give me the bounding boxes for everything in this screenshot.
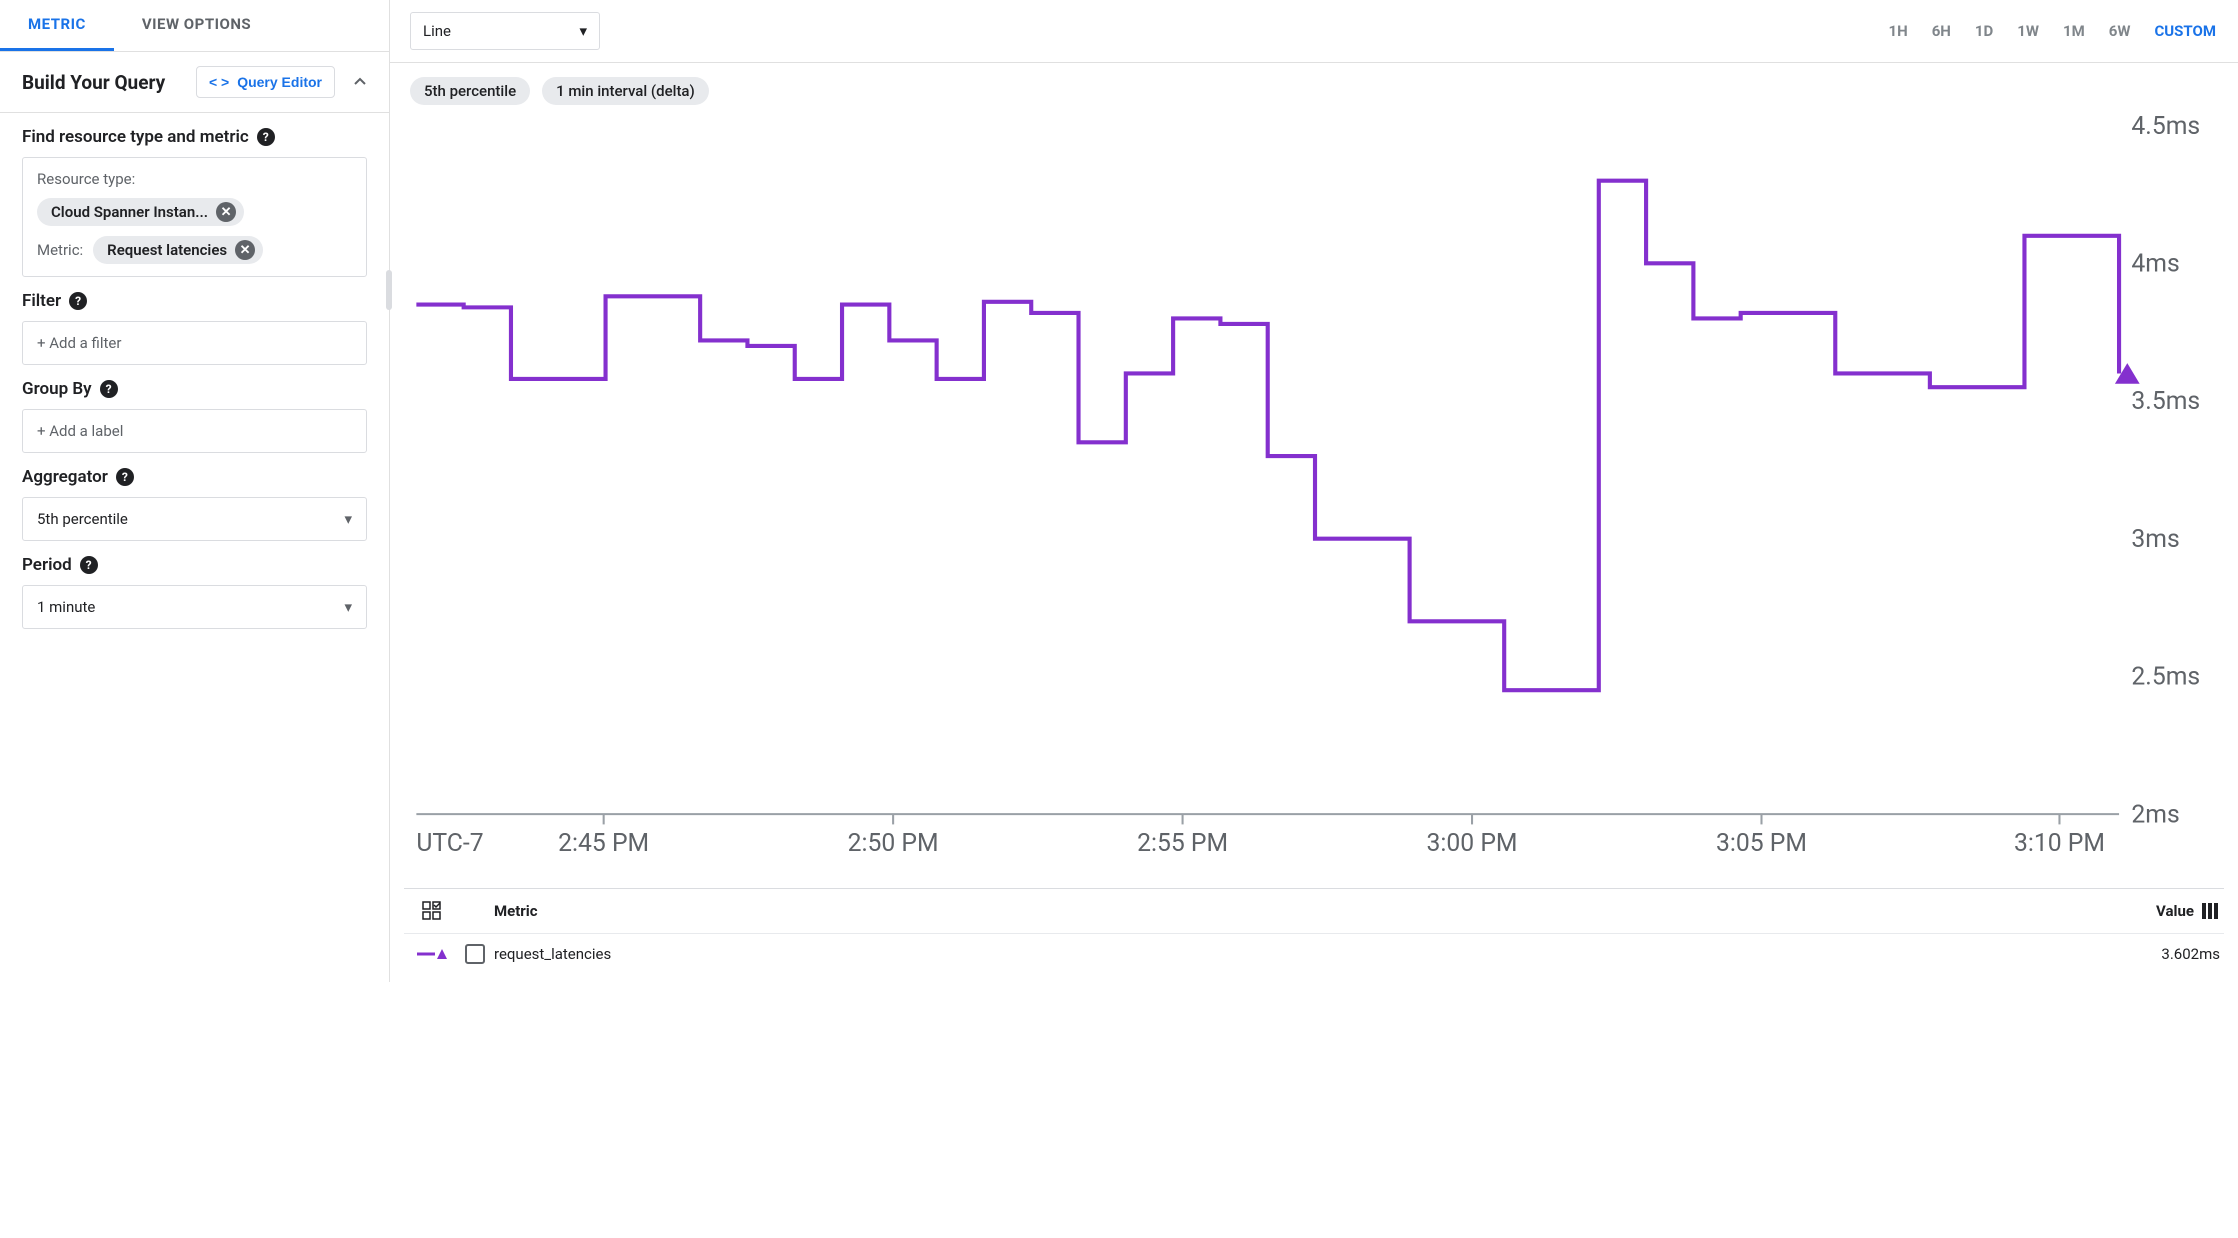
svg-text:3.5ms: 3.5ms xyxy=(2131,387,2200,416)
resource-type-value: Cloud Spanner Instan... xyxy=(51,203,208,221)
svg-text:3:10 PM: 3:10 PM xyxy=(2014,829,2105,858)
close-icon[interactable]: ✕ xyxy=(235,240,255,260)
svg-text:3:00 PM: 3:00 PM xyxy=(1427,829,1518,858)
tab-view-options[interactable]: VIEW OPTIONS xyxy=(114,0,279,51)
left-panel: METRIC VIEW OPTIONS Build Your Query < >… xyxy=(0,0,390,982)
aggregator-select[interactable]: 5th percentile ▾ xyxy=(22,497,367,541)
filter-section: Filter ? + Add a filter xyxy=(0,277,389,365)
time-range-6h[interactable]: 6H xyxy=(1930,18,1953,44)
svg-text:2ms: 2ms xyxy=(2131,800,2179,829)
query-editor-label: Query Editor xyxy=(237,74,322,90)
metric-label: Metric: xyxy=(37,241,83,259)
badge-percentile: 5th percentile xyxy=(410,77,530,105)
help-icon[interactable]: ? xyxy=(80,556,98,574)
svg-text:3:05 PM: 3:05 PM xyxy=(1716,829,1807,858)
chart-toolbar: Line ▾ 1H 6H 1D 1W 1M 6W CUSTOM xyxy=(390,0,2238,63)
chevron-down-icon: ▾ xyxy=(344,510,352,528)
time-range-1d[interactable]: 1D xyxy=(1973,18,1995,44)
query-title: Build Your Query xyxy=(22,71,165,94)
chevron-down-icon: ▾ xyxy=(344,598,352,616)
legend: Metric Value request_latencies 3.602ms xyxy=(404,888,2224,982)
filter-section-label: Filter xyxy=(22,291,61,311)
chevron-up-icon xyxy=(353,75,367,89)
chart-type-value: Line xyxy=(423,22,451,40)
aggregator-value: 5th percentile xyxy=(37,510,128,528)
resource-type-chip[interactable]: Cloud Spanner Instan... ✕ xyxy=(37,198,244,226)
legend-row[interactable]: request_latencies 3.602ms xyxy=(404,933,2224,982)
collapse-toggle[interactable] xyxy=(349,71,371,93)
chart-container: 2ms 2.5ms 3ms 3.5ms 4ms 4.5ms UTC-7 2:45 PM 2:50… xyxy=(390,105,2238,888)
columns-icon[interactable] xyxy=(2202,903,2220,919)
resize-handle[interactable] xyxy=(386,270,392,310)
help-icon[interactable]: ? xyxy=(257,128,275,146)
series-checkbox[interactable] xyxy=(465,944,485,964)
time-range-6w[interactable]: 6W xyxy=(2107,18,2133,44)
time-range-group: 1H 6H 1D 1W 1M 6W CUSTOM xyxy=(1887,18,2219,44)
aggregator-section-label: Aggregator xyxy=(22,467,108,487)
period-value: 1 minute xyxy=(37,598,95,616)
time-range-1w[interactable]: 1W xyxy=(2015,18,2041,44)
right-panel: Line ▾ 1H 6H 1D 1W 1M 6W CUSTOM 5th percentile… xyxy=(390,0,2238,982)
chart-type-select[interactable]: Line ▾ xyxy=(410,12,600,50)
legend-series-name: request_latencies xyxy=(494,945,2100,963)
filter-input[interactable]: + Add a filter xyxy=(22,321,367,365)
groupby-section-label: Group By xyxy=(22,379,92,399)
close-icon[interactable]: ✕ xyxy=(216,202,236,222)
groupby-section: Group By ? + Add a label xyxy=(0,365,389,453)
latency-chart: 2ms 2.5ms 3ms 3.5ms 4ms 4.5ms UTC-7 2:45 PM 2:50… xyxy=(404,105,2218,888)
grid-toggle-icon[interactable] xyxy=(422,901,442,921)
period-section-label: Period xyxy=(22,555,72,575)
period-select[interactable]: 1 minute ▾ xyxy=(22,585,367,629)
svg-text:4.5ms: 4.5ms xyxy=(2131,112,2200,141)
query-editor-button[interactable]: < > Query Editor xyxy=(196,66,335,98)
svg-text:2:50 PM: 2:50 PM xyxy=(848,829,939,858)
chart-badges: 5th percentile 1 min interval (delta) xyxy=(390,63,2238,105)
svg-text:3ms: 3ms xyxy=(2131,525,2179,554)
time-range-1m[interactable]: 1M xyxy=(2061,18,2087,44)
legend-value-header: Value xyxy=(2156,902,2194,920)
svg-text:2:55 PM: 2:55 PM xyxy=(1137,829,1228,858)
series-marker-icon xyxy=(417,947,447,961)
resource-metric-box: Resource type: Cloud Spanner Instan... ✕… xyxy=(22,157,367,277)
panel-tabs: METRIC VIEW OPTIONS xyxy=(0,0,389,52)
tab-metric[interactable]: METRIC xyxy=(0,0,114,51)
help-icon[interactable]: ? xyxy=(69,292,87,310)
find-section: Find resource type and metric ? Resource… xyxy=(0,113,389,277)
metric-chip[interactable]: Request latencies ✕ xyxy=(93,236,263,264)
legend-metric-header: Metric xyxy=(494,902,2100,920)
badge-interval: 1 min interval (delta) xyxy=(542,77,709,105)
help-icon[interactable]: ? xyxy=(116,468,134,486)
chevron-down-icon: ▾ xyxy=(579,22,587,40)
svg-text:UTC-7: UTC-7 xyxy=(416,829,483,858)
legend-series-value: 3.602ms xyxy=(2100,945,2220,963)
resource-type-label: Resource type: xyxy=(37,170,135,188)
time-range-1h[interactable]: 1H xyxy=(1887,18,1910,44)
period-section: Period ? 1 minute ▾ xyxy=(0,541,389,647)
aggregator-section: Aggregator ? 5th percentile ▾ xyxy=(0,453,389,541)
svg-text:2.5ms: 2.5ms xyxy=(2131,663,2200,692)
svg-text:4ms: 4ms xyxy=(2131,250,2179,279)
help-icon[interactable]: ? xyxy=(100,380,118,398)
query-header: Build Your Query < > Query Editor xyxy=(0,52,389,113)
find-section-label: Find resource type and metric xyxy=(22,127,249,147)
code-icon: < > xyxy=(209,74,229,90)
svg-text:2:45 PM: 2:45 PM xyxy=(558,829,649,858)
groupby-input[interactable]: + Add a label xyxy=(22,409,367,453)
metric-value: Request latencies xyxy=(107,241,227,259)
time-range-custom[interactable]: CUSTOM xyxy=(2152,18,2218,44)
